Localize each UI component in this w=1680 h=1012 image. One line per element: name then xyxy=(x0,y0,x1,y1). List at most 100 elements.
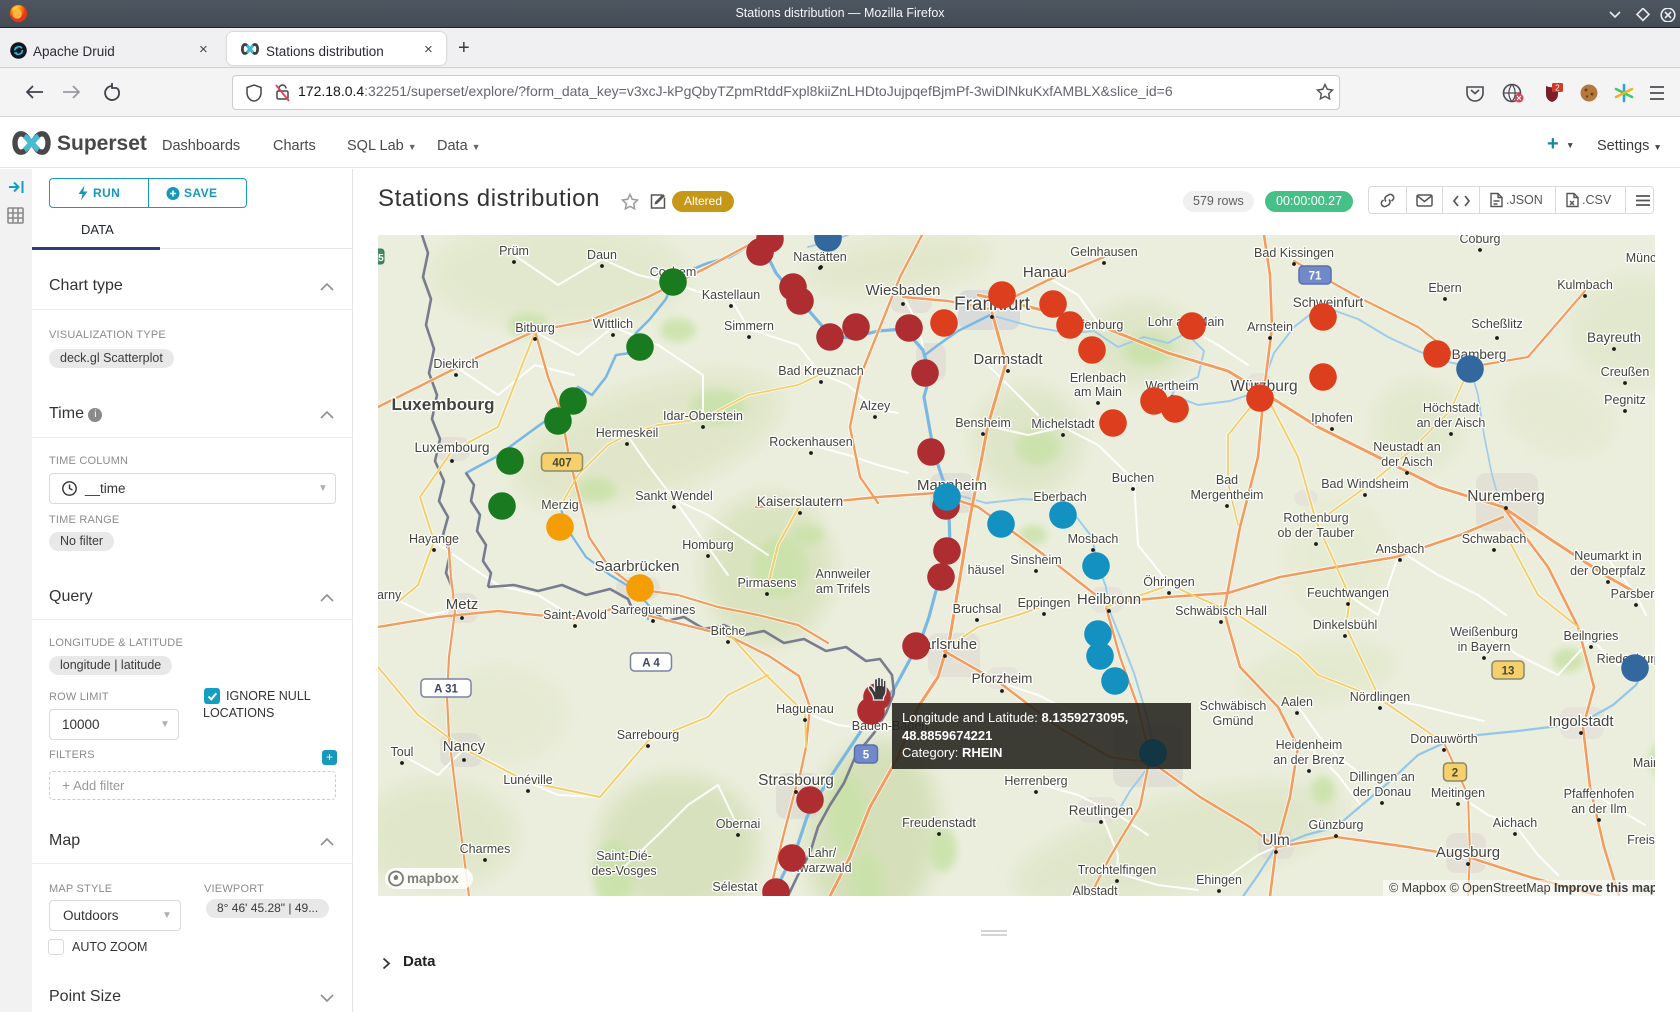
svg-text:Obernai: Obernai xyxy=(716,817,760,831)
svg-text:© Mapbox © OpenStreetMap Impro: © Mapbox © OpenStreetMap Improve this ma… xyxy=(1389,881,1655,895)
svg-text:Herrenberg: Herrenberg xyxy=(1004,774,1067,788)
svg-text:Aalen: Aalen xyxy=(1281,695,1313,709)
svg-text:5: 5 xyxy=(378,252,384,264)
svg-text:Homburg: Homburg xyxy=(682,538,733,552)
svg-text:Sarreguemines: Sarreguemines xyxy=(611,603,696,617)
svg-text:Creußen: Creußen xyxy=(1601,365,1650,379)
svg-text:Toul: Toul xyxy=(391,745,414,759)
svg-text:Pirmasens: Pirmasens xyxy=(737,576,796,590)
svg-text:Nastätten: Nastätten xyxy=(793,250,847,264)
svg-text:Diekirch: Diekirch xyxy=(433,357,478,371)
svg-text:Luxembourg: Luxembourg xyxy=(392,395,495,414)
svg-text:Buchen: Buchen xyxy=(1112,471,1154,485)
svg-text:Annweiler: Annweiler xyxy=(816,567,871,581)
svg-text:in Bayern: in Bayern xyxy=(1458,640,1511,654)
svg-text:Strasbourg: Strasbourg xyxy=(758,772,834,789)
svg-text:Mergentheim: Mergentheim xyxy=(1191,488,1264,502)
svg-text:Haguenau: Haguenau xyxy=(776,702,834,716)
svg-text:Erlenbach: Erlenbach xyxy=(1070,371,1126,385)
svg-text:häusel: häusel xyxy=(968,563,1005,577)
svg-text:an der Aisch: an der Aisch xyxy=(1417,416,1486,430)
svg-text:Nancy: Nancy xyxy=(443,738,486,755)
svg-text:ob der Tauber: ob der Tauber xyxy=(1278,526,1355,540)
svg-text:Heilbronn: Heilbronn xyxy=(1077,591,1141,608)
svg-text:Iphofen: Iphofen xyxy=(1311,411,1353,425)
svg-text:Merzig: Merzig xyxy=(541,498,579,512)
svg-text:Lahr/: Lahr/ xyxy=(808,846,837,860)
svg-text:Bad Kissingen: Bad Kissingen xyxy=(1254,246,1334,260)
svg-text:Nördlingen: Nördlingen xyxy=(1350,690,1411,704)
svg-text:Saint-Dié-: Saint-Dié- xyxy=(596,849,652,863)
svg-text:Hanau: Hanau xyxy=(1023,264,1067,281)
svg-text:Schwabach: Schwabach xyxy=(1462,532,1527,546)
svg-text:2: 2 xyxy=(1452,768,1458,780)
svg-text:Pfaffenhofen: Pfaffenhofen xyxy=(1564,787,1635,801)
svg-text:Bensheim: Bensheim xyxy=(955,416,1011,430)
svg-text:71: 71 xyxy=(1309,271,1322,283)
svg-text:Rothenburg: Rothenburg xyxy=(1283,511,1348,525)
svg-text:13: 13 xyxy=(1502,666,1515,678)
svg-text:Saint-Avold: Saint-Avold xyxy=(543,608,607,622)
svg-text:Saarbrücken: Saarbrücken xyxy=(594,558,679,575)
svg-text:Neustadt an: Neustadt an xyxy=(1373,440,1440,454)
svg-text:2: 2 xyxy=(1555,84,1560,93)
svg-text:Günzburg: Günzburg xyxy=(1309,818,1364,832)
svg-text:Ebern: Ebern xyxy=(1428,281,1461,295)
svg-text:an der Brenz: an der Brenz xyxy=(1273,753,1345,767)
svg-text:Ehingen: Ehingen xyxy=(1196,873,1242,887)
svg-text:Hermeskeil: Hermeskeil xyxy=(596,426,659,440)
svg-text:Bitburg: Bitburg xyxy=(515,321,555,335)
svg-text:Gmünd: Gmünd xyxy=(1213,714,1254,728)
svg-text:Meitingen: Meitingen xyxy=(1431,786,1485,800)
svg-text:Bad Kreuznach: Bad Kreuznach xyxy=(778,364,864,378)
svg-text:Albstadt: Albstadt xyxy=(1072,884,1118,896)
svg-text:Bayreuth: Bayreuth xyxy=(1587,330,1641,345)
svg-text:Öhringen: Öhringen xyxy=(1143,575,1194,589)
svg-text:Pegnitz: Pegnitz xyxy=(1604,393,1646,407)
svg-text:Rockenhausen: Rockenhausen xyxy=(769,435,852,449)
svg-text:Kaiserslautern: Kaiserslautern xyxy=(757,494,843,509)
svg-text:am Trifels: am Trifels xyxy=(816,582,870,596)
svg-text:Luxembourg: Luxembourg xyxy=(414,440,489,455)
svg-text:Weißenburg: Weißenburg xyxy=(1450,625,1518,639)
svg-text:Dillingen an: Dillingen an xyxy=(1349,770,1414,784)
svg-text:Gelnhausen: Gelnhausen xyxy=(1070,245,1137,259)
svg-text:Daun: Daun xyxy=(587,248,617,262)
svg-text:Charmes: Charmes xyxy=(460,842,511,856)
svg-text:Dinkelsbühl: Dinkelsbühl xyxy=(1313,618,1378,632)
svg-text:Alzey: Alzey xyxy=(860,399,891,413)
svg-text:Ulm: Ulm xyxy=(1262,832,1290,849)
svg-text:Kulmbach: Kulmbach xyxy=(1557,278,1613,292)
svg-text:Ingolstadt: Ingolstadt xyxy=(1548,713,1614,730)
svg-text:A 31: A 31 xyxy=(434,684,458,696)
svg-text:der Aisch: der Aisch xyxy=(1381,455,1432,469)
svg-text:Beilngries: Beilngries xyxy=(1564,629,1619,643)
svg-text:Ansbach: Ansbach xyxy=(1376,542,1425,556)
svg-text:Mosbach: Mosbach xyxy=(1068,532,1119,546)
svg-text:Scheßlitz: Scheßlitz xyxy=(1471,317,1522,331)
svg-text:Neumarkt in: Neumarkt in xyxy=(1574,549,1641,563)
svg-text:Sélestat: Sélestat xyxy=(712,880,758,894)
svg-text:Wittlich: Wittlich xyxy=(593,317,633,331)
svg-text:Lunéville: Lunéville xyxy=(503,773,552,787)
svg-text:Reutlingen: Reutlingen xyxy=(1069,803,1134,818)
svg-text:der Donau: der Donau xyxy=(1353,785,1411,799)
svg-text:Freis: Freis xyxy=(1627,833,1655,847)
svg-text:Aichach: Aichach xyxy=(1493,816,1538,830)
svg-text:Eppingen: Eppingen xyxy=(1018,596,1071,610)
svg-text:Bitche: Bitche xyxy=(711,624,746,638)
svg-text:des-Vosges: des-Vosges xyxy=(591,864,656,878)
svg-text:Wiesbaden: Wiesbaden xyxy=(865,282,940,299)
svg-text:Feuchtwangen: Feuchtwangen xyxy=(1307,586,1389,600)
svg-text:an der Ilm: an der Ilm xyxy=(1571,802,1627,816)
svg-text:Simmern: Simmern xyxy=(724,319,774,333)
svg-text:Michelstadt: Michelstadt xyxy=(1031,417,1095,431)
svg-text:am Main: am Main xyxy=(1074,385,1122,399)
svg-text:Bad: Bad xyxy=(1216,473,1238,487)
svg-text:Sankt Wendel: Sankt Wendel xyxy=(635,489,713,503)
svg-text:Heidenheim: Heidenheim xyxy=(1276,738,1343,752)
svg-text:Darmstadt: Darmstadt xyxy=(973,351,1043,368)
svg-text:407: 407 xyxy=(552,458,571,470)
svg-text:der Oberpfalz: der Oberpfalz xyxy=(1570,564,1646,578)
svg-text:Augsburg: Augsburg xyxy=(1436,844,1500,861)
